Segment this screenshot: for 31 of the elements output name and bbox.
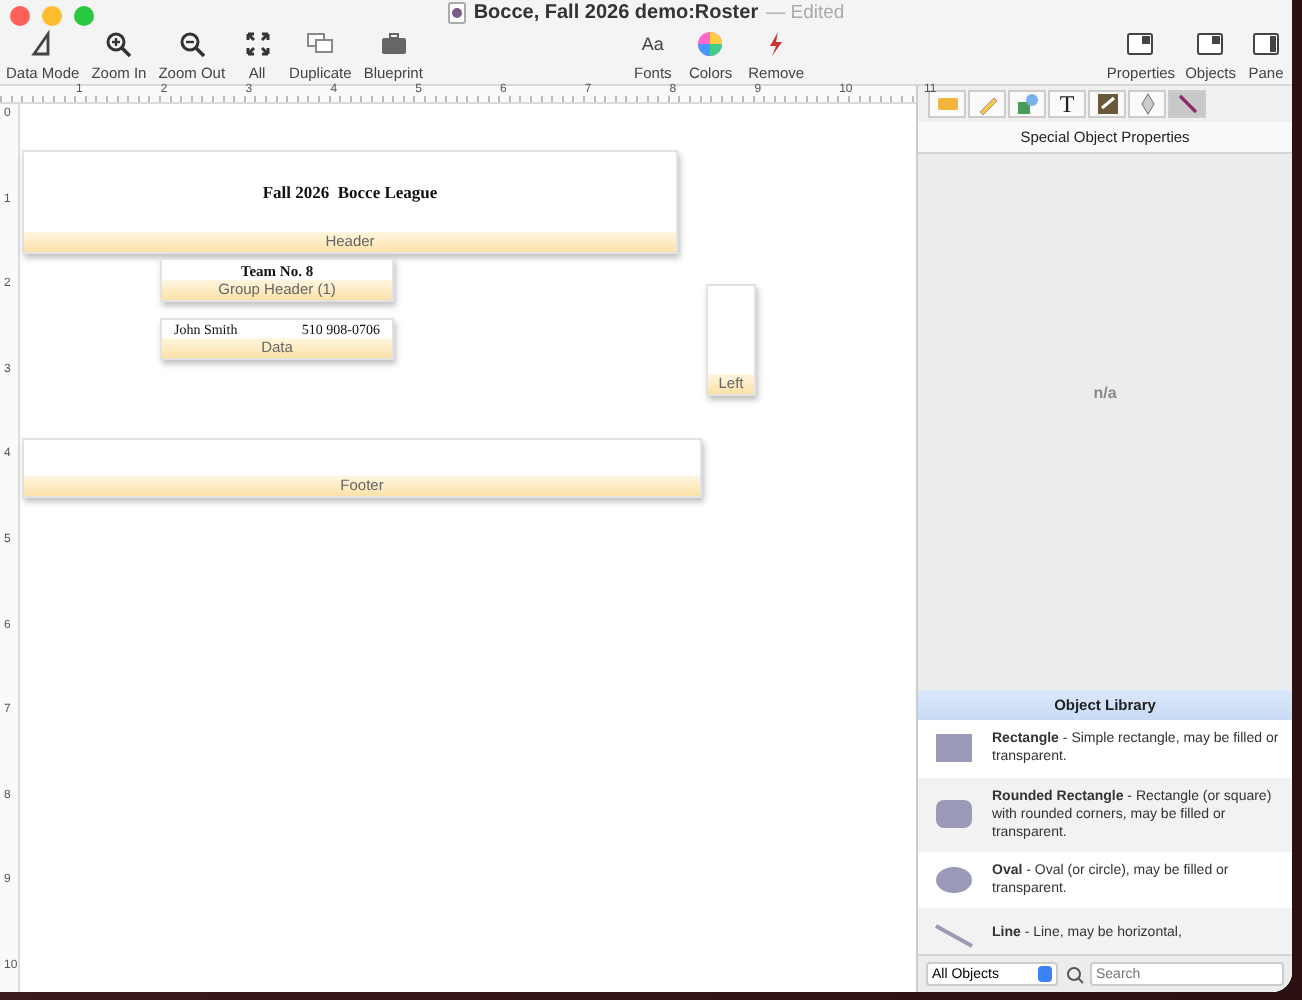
zoom-out-icon xyxy=(177,30,206,58)
oval-icon xyxy=(934,863,974,896)
color-wheel-icon xyxy=(696,30,725,58)
properties-icon xyxy=(1126,30,1155,58)
panel-tab[interactable] xyxy=(968,90,1006,118)
pencil-icon xyxy=(975,92,999,116)
zoom-in-icon xyxy=(104,30,133,58)
minimize-button[interactable] xyxy=(42,6,62,26)
panel-tab[interactable] xyxy=(1168,90,1206,118)
line-tool-icon xyxy=(1175,92,1199,116)
rectangle-icon xyxy=(934,732,974,765)
empty-text: n/a xyxy=(1093,383,1117,402)
objects-icon xyxy=(1196,30,1225,58)
rounded-rectangle-icon xyxy=(934,798,974,831)
close-button[interactable] xyxy=(10,6,30,26)
panel-tab[interactable] xyxy=(1008,90,1046,118)
label-icon xyxy=(935,92,959,116)
text-field[interactable]: Fall 2026 Bocce League xyxy=(262,182,438,202)
zoom-button[interactable] xyxy=(74,6,94,26)
shapes-icon xyxy=(1015,92,1039,116)
picture-frame-icon xyxy=(1095,92,1119,116)
duplicate-icon xyxy=(306,30,335,58)
window-title: Bocce, Fall 2026 demo:Roster xyxy=(473,2,759,24)
briefcase-icon xyxy=(379,30,408,58)
panel-tab[interactable]: T xyxy=(1048,90,1086,118)
search-icon xyxy=(1066,965,1086,983)
pane-icon xyxy=(1252,30,1280,58)
edited-status: — Edited xyxy=(766,2,845,24)
expand-icon xyxy=(243,30,272,58)
panel-tab[interactable] xyxy=(1088,90,1126,118)
panel-tab[interactable] xyxy=(1128,90,1166,118)
